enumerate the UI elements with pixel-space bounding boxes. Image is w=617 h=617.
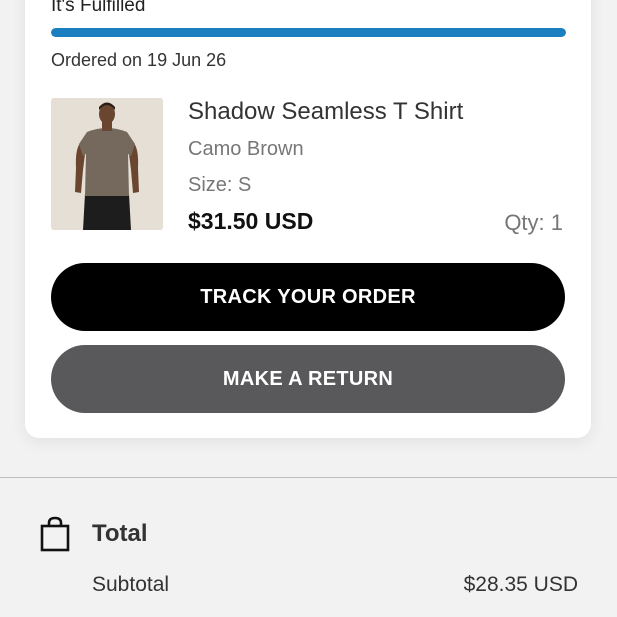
track-order-button[interactable]: TRACK YOUR ORDER [51,263,565,331]
product-quantity: Qty: 1 [504,210,563,235]
ordered-date: Ordered on 19 Jun 26 [51,50,227,70]
order-details-screen: It's Fulfilled Ordered on 19 Jun 26 Shad… [0,0,617,617]
total-heading: Total [92,520,148,547]
product-photo-icon [51,98,163,230]
fulfillment-progress-fill [51,28,566,37]
shopping-bag-icon [38,516,72,552]
product-name[interactable]: Shadow Seamless T Shirt [188,98,463,126]
make-return-button[interactable]: MAKE A RETURN [51,345,565,413]
product-image[interactable] [51,98,163,230]
section-divider [0,477,617,478]
subtotal-value: $28.35 USD [463,573,578,596]
subtotal-label: Subtotal [92,573,170,596]
product-price: $31.50 USD [188,208,314,234]
fulfillment-progress-bar [51,28,566,37]
product-size: Size: S [188,174,252,196]
product-color: Camo Brown [188,138,304,160]
order-status: It's Fulfilled [51,0,146,16]
order-card: It's Fulfilled Ordered on 19 Jun 26 Shad… [25,0,591,438]
